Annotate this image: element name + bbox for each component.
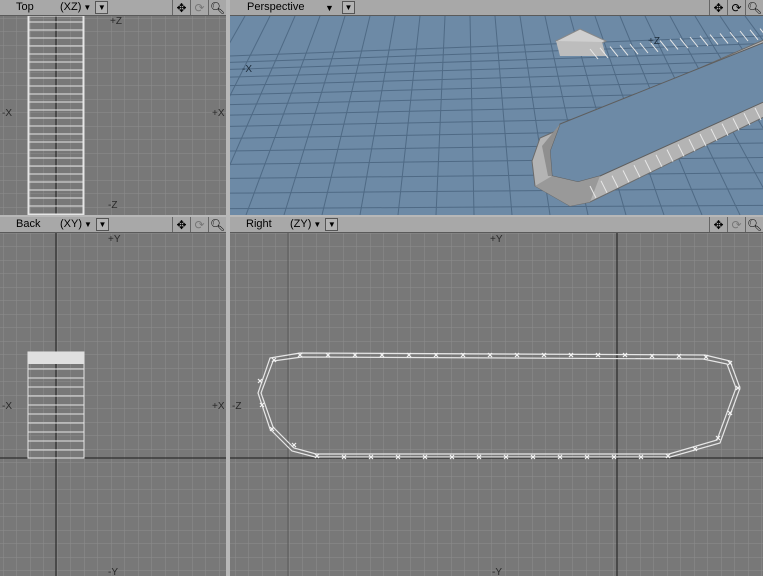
- dropdown-arrow-icon: ▼: [325, 2, 334, 13]
- axis-label-px: +X: [212, 401, 225, 412]
- axis-label-py: +Y: [108, 234, 121, 245]
- axis-mode-dropdown[interactable]: (ZY) ▼: [290, 217, 321, 232]
- zoom-view-icon[interactable]: 🔍︎: [745, 0, 763, 15]
- view-controls: ✥ ⟳ 🔍︎: [709, 0, 763, 15]
- zoom-view-icon[interactable]: 🔍︎: [208, 0, 226, 15]
- right-grid: [230, 233, 763, 576]
- move-view-icon[interactable]: ✥: [172, 0, 190, 15]
- axis-label-py: +Y: [490, 234, 503, 245]
- axis-mode-label: (XZ): [60, 1, 82, 13]
- vertical-splitter[interactable]: [226, 0, 230, 576]
- viewport-canvas[interactable]: +Y -Y -X +X: [0, 233, 226, 576]
- perspective-scene: [230, 16, 763, 215]
- viewport-header: Top (XZ) ▼ ▼ ✥ ⟳ 🔍︎: [0, 0, 226, 16]
- axis-mode-label: (XY): [60, 218, 82, 230]
- view-controls: ✥ ⟳ 🔍︎: [172, 0, 226, 15]
- axis-label-ny: -Y: [108, 567, 118, 576]
- view-type-dropdown[interactable]: Top: [0, 0, 60, 15]
- rotate-view-icon[interactable]: ⟳: [727, 0, 745, 15]
- zoom-view-icon[interactable]: 🔍︎: [745, 217, 763, 232]
- back-grid: [0, 233, 226, 576]
- axis-label-nz: -Z: [232, 401, 242, 412]
- axis-label-nx: -X: [242, 64, 252, 75]
- axis-label-nx: -X: [2, 401, 12, 412]
- view-options-button[interactable]: ▼: [95, 1, 109, 14]
- view-controls: ✥ ⟳ 🔍︎: [172, 217, 226, 232]
- rotate-view-icon[interactable]: ⟳: [727, 217, 745, 232]
- axis-label-nx: -X: [2, 108, 12, 119]
- viewport-perspective[interactable]: Perspective ▼ ▼ ✥ ⟳ 🔍︎ -X +Z: [230, 0, 763, 215]
- viewport-right[interactable]: Right (ZY) ▼ ▼ ✥ ⟳ 🔍︎ +Y -Y -Z: [230, 217, 763, 576]
- axis-mode-label: (ZY): [290, 218, 312, 230]
- view-options-button[interactable]: ▼: [95, 218, 109, 231]
- viewport-top[interactable]: Top (XZ) ▼ ▼ ✥ ⟳ 🔍︎ +Z -Z -X +X: [0, 0, 226, 215]
- viewport-back[interactable]: Back (XY) ▼ ▼ ✥ ⟳ 🔍︎ +Y -Y -X +X: [0, 217, 226, 576]
- chevron-down-icon: ▼: [327, 220, 336, 229]
- chevron-down-icon: ▼: [98, 220, 107, 229]
- view-options-button[interactable]: ▼: [325, 218, 339, 231]
- zoom-view-icon[interactable]: 🔍︎: [208, 217, 226, 232]
- top-grid: [0, 16, 226, 215]
- move-view-icon[interactable]: ✥: [172, 217, 190, 232]
- view-options-button[interactable]: ▼: [341, 1, 355, 14]
- viewport-header: Perspective ▼ ▼ ✥ ⟳ 🔍︎: [230, 0, 763, 16]
- axis-label-ny: -Y: [492, 567, 502, 576]
- viewport-header: Back (XY) ▼ ▼ ✥ ⟳ 🔍︎: [0, 217, 226, 233]
- dropdown-arrow-icon: ▼: [313, 220, 322, 229]
- move-view-icon[interactable]: ✥: [709, 217, 727, 232]
- axis-label-pz: +Z: [648, 36, 660, 47]
- rotate-view-icon[interactable]: ⟳: [190, 0, 208, 15]
- viewport-canvas[interactable]: +Y -Y -Z: [230, 233, 763, 576]
- axis-label-pz: +Z: [110, 16, 122, 27]
- axis-label-nz: -Z: [108, 200, 118, 211]
- viewport-header: Right (ZY) ▼ ▼ ✥ ⟳ 🔍︎: [230, 217, 763, 233]
- dropdown-arrow-icon: ▼: [84, 220, 92, 229]
- rotate-view-icon[interactable]: ⟳: [190, 217, 208, 232]
- move-view-icon[interactable]: ✥: [709, 0, 727, 15]
- dropdown-arrow-icon: ▼: [83, 3, 92, 12]
- axis-label-px: +X: [212, 108, 225, 119]
- viewport-canvas[interactable]: +Z -Z -X +X: [0, 16, 226, 215]
- chevron-down-icon: ▼: [344, 3, 353, 12]
- axis-mode-dropdown[interactable]: (XY) ▼: [60, 217, 92, 232]
- chevron-down-icon: ▼: [97, 3, 106, 12]
- view-type-dropdown[interactable]: Back: [0, 217, 60, 232]
- viewport-canvas[interactable]: -X +Z: [230, 16, 763, 215]
- view-type-dropdown[interactable]: Perspective: [230, 0, 323, 15]
- view-controls: ✥ ⟳ 🔍︎: [709, 217, 763, 232]
- axis-mode-dropdown[interactable]: (XZ) ▼: [60, 0, 91, 15]
- view-type-dropdown[interactable]: Right: [230, 217, 290, 232]
